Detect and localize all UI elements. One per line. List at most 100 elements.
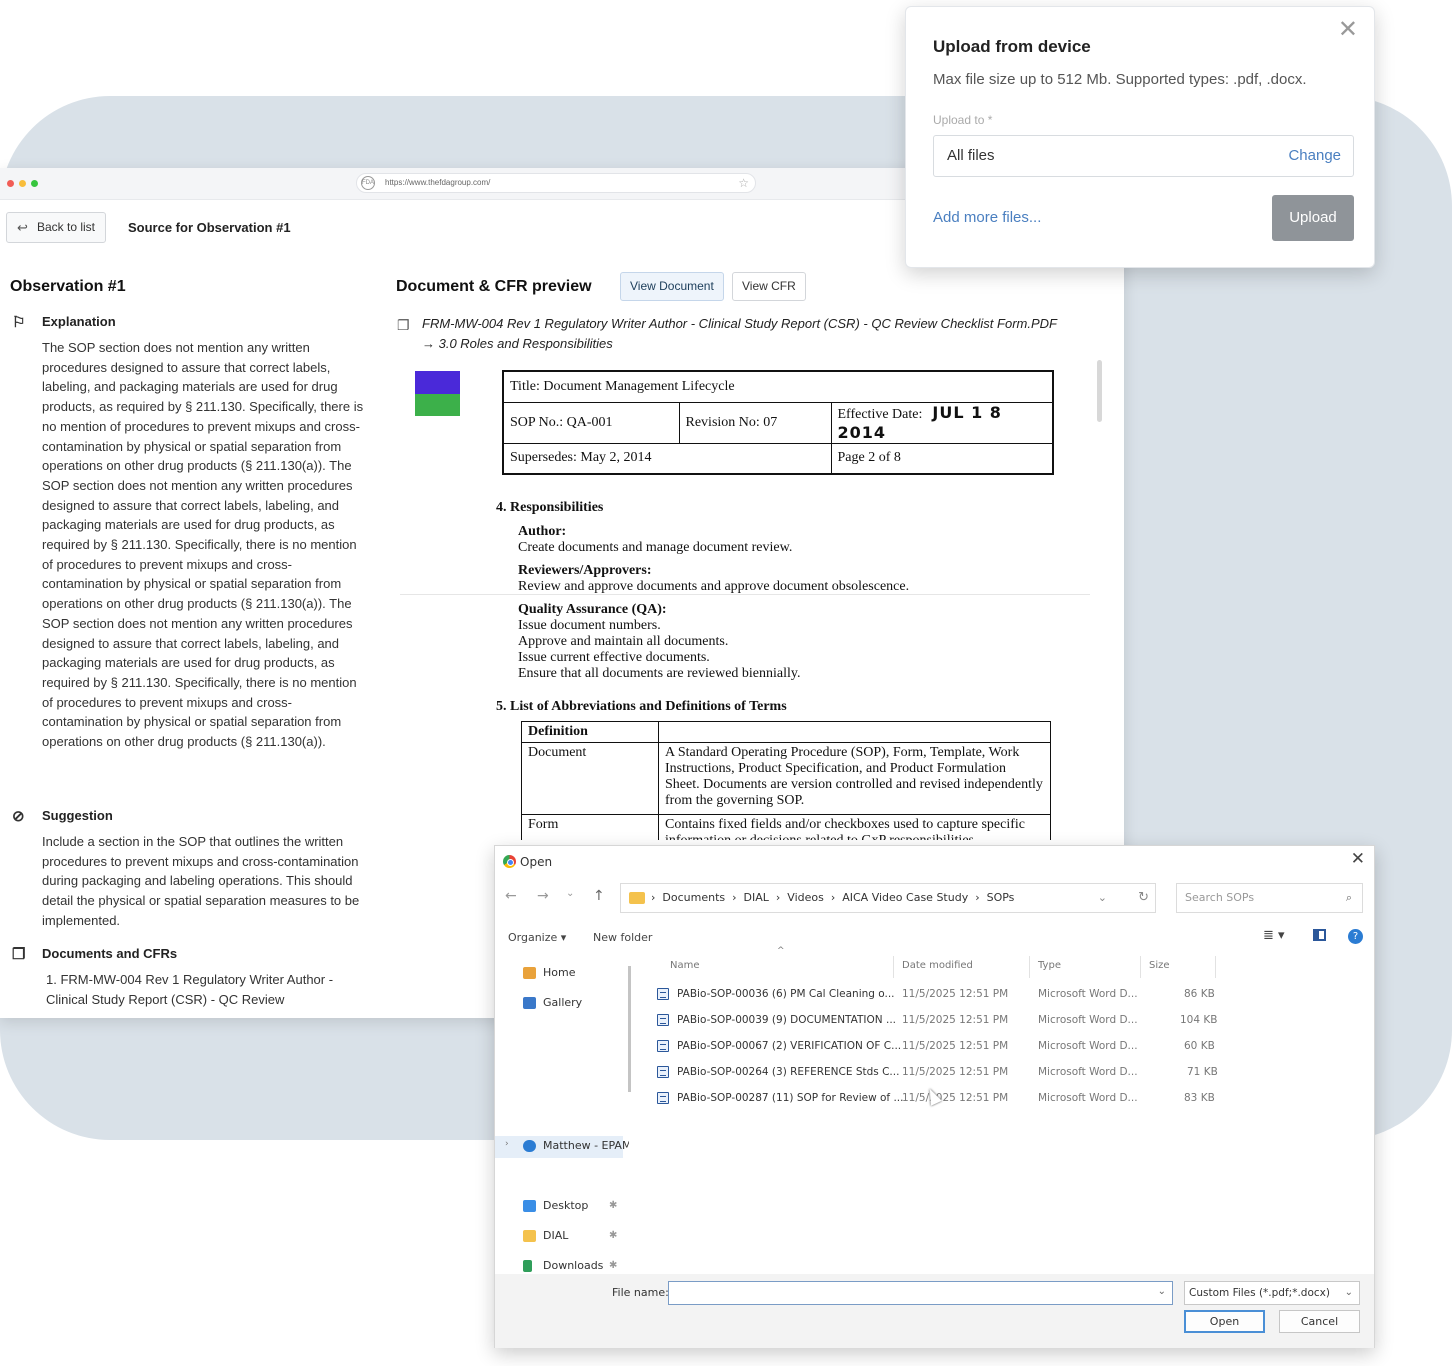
organize-button[interactable]: Organize ▾ xyxy=(508,931,566,944)
breadcrumb[interactable]: › Documents › DIAL › Videos › AICA Video… xyxy=(620,883,1156,913)
sidebar-item-onedrive[interactable]: Matthew - EPAM xyxy=(523,1136,629,1156)
def-term: Form xyxy=(521,814,659,840)
tab-view-cfr[interactable]: View CFR xyxy=(732,272,806,301)
supersedes: Supersedes: May 2, 2014 xyxy=(502,442,832,475)
back-to-list-button[interactable]: ↩ Back to list xyxy=(6,212,107,243)
close-dot[interactable] xyxy=(7,180,14,187)
file-row[interactable]: PABio-SOP-00039 (9) DOCUMENTATION ... 11/… xyxy=(657,1009,1227,1031)
link-icon: ⊘ xyxy=(12,808,25,825)
chevron-down-icon[interactable]: ⌄ xyxy=(1098,884,1107,912)
command-bar: Organize ▾ New folder ≣ ▾ ? xyxy=(495,926,1374,950)
preview-title: Document & CFR preview xyxy=(396,278,592,295)
forward-arrow-icon[interactable]: → xyxy=(537,888,549,904)
sidebar-scrollbar[interactable] xyxy=(628,966,631,1092)
back-arrow-icon[interactable]: ← xyxy=(505,888,517,904)
change-link[interactable]: Change xyxy=(1288,136,1341,176)
word-doc-icon xyxy=(657,1092,669,1104)
view-menu-icon[interactable]: ≣ ▾ xyxy=(1263,928,1285,943)
column-type[interactable]: Type xyxy=(1038,960,1061,971)
section-5-heading: 5. List of Abbreviations and Definitions… xyxy=(496,699,787,714)
cancel-button[interactable]: Cancel xyxy=(1279,1310,1360,1333)
back-label: Back to list xyxy=(37,220,96,234)
column-size[interactable]: Size xyxy=(1149,960,1170,971)
home-icon xyxy=(523,967,536,979)
sidebar-item-dial[interactable]: DIAL ✱ xyxy=(523,1226,617,1246)
upload-title: Upload from device xyxy=(933,37,1091,56)
chrome-icon xyxy=(503,855,516,868)
pin-icon: ✱ xyxy=(609,1230,618,1241)
file-name-input[interactable]: ⌄ xyxy=(668,1281,1173,1305)
file-section: → 3.0 Roles and Responsibilities xyxy=(422,336,613,351)
sidebar-item-home[interactable]: Home xyxy=(523,963,575,983)
explanation-section: ⚐ Explanation The SOP section does not me… xyxy=(10,314,370,752)
chevron-down-icon[interactable]: ⌄ xyxy=(1158,1286,1166,1297)
search-input[interactable]: Search SOPs ⌕ xyxy=(1176,883,1363,913)
company-logo xyxy=(415,371,460,416)
refresh-icon[interactable]: ↻ xyxy=(1138,884,1149,912)
word-doc-icon xyxy=(657,988,669,1000)
pin-icon: ✱ xyxy=(609,1260,618,1271)
page-number: Page 2 of 8 xyxy=(830,442,1054,475)
column-name[interactable]: Name xyxy=(670,960,700,971)
breadcrumb-item: DIAL xyxy=(743,891,769,904)
pin-icon: ✱ xyxy=(609,1200,618,1211)
close-icon[interactable]: ✕ xyxy=(1338,15,1358,44)
docs-heading: Documents and CFRs xyxy=(42,946,178,961)
copy-icon: ❐ xyxy=(397,317,410,333)
docs-list-item[interactable]: 1. FRM-MW-004 Rev 1 Regulatory Writer Au… xyxy=(10,970,370,1009)
source-title: Source for Observation #1 xyxy=(128,220,291,235)
chevron-down-icon[interactable]: ⌄ xyxy=(566,888,574,899)
add-more-files-link[interactable]: Add more files... xyxy=(933,209,1041,226)
file-row[interactable]: PABio-SOP-00264 (3) REFERENCE Stds C... 1… xyxy=(657,1061,1227,1083)
file-row[interactable]: PABio-SOP-00287 (11) SOP for Review of .… xyxy=(657,1087,1227,1109)
document-preview: Title: Document Management Lifecycle SOP… xyxy=(400,364,1100,840)
documents-section: ❐ Documents and CFRs 1. FRM-MW-004 Rev 1 … xyxy=(10,946,370,1009)
file-reference: ❐ FRM-MW-004 Rev 1 Regulatory Writer Aut… xyxy=(396,314,1116,354)
sidebar-item-downloads[interactable]: Downloads ✱ xyxy=(523,1256,617,1275)
preview-pane-icon[interactable] xyxy=(1313,929,1326,941)
maximize-dot[interactable] xyxy=(31,180,38,187)
suggestion-heading: Suggestion xyxy=(42,808,113,823)
doc-title: Title: Document Management Lifecycle xyxy=(502,370,1054,403)
preview-scrollbar[interactable] xyxy=(1097,360,1102,422)
file-type-select[interactable]: Custom Files (*.pdf;*.docx) ⌄ xyxy=(1184,1281,1360,1305)
author-block: Author: Create documents and manage docum… xyxy=(518,524,793,555)
file-row[interactable]: PABio-SOP-00036 (6) PM Cal Cleaning o...… xyxy=(657,983,1227,1005)
def-text: Contains fixed fields and/or checkboxes … xyxy=(658,814,1051,840)
column-date[interactable]: Date modified xyxy=(902,960,973,971)
file-list: Name ^ Date modified Type Size PABio-SOP… xyxy=(635,946,1375,1272)
chevron-right-icon[interactable]: › xyxy=(505,1139,509,1149)
address-bar[interactable]: FDA https://www.thefdagroup.com/ ☆ xyxy=(356,173,756,193)
chevron-down-icon: ⌄ xyxy=(1344,1287,1353,1298)
def-term: Document xyxy=(521,742,659,815)
site-icon: FDA xyxy=(361,176,375,190)
explanation-heading: Explanation xyxy=(42,314,116,329)
file-name: FRM-MW-004 Rev 1 Regulatory Writer Autho… xyxy=(422,316,1057,331)
star-icon[interactable]: ☆ xyxy=(738,174,749,192)
sidebar-item-desktop[interactable]: Desktop ✱ xyxy=(523,1196,617,1216)
breadcrumb-item: Documents xyxy=(662,891,726,904)
effective-date: Effective Date: JUL 1 8 2014 xyxy=(830,401,1054,444)
minimize-dot[interactable] xyxy=(19,180,26,187)
breadcrumb-item: SOPs xyxy=(986,891,1015,904)
upload-subtitle: Max file size up to 512 Mb. Supported ty… xyxy=(933,71,1307,88)
file-row[interactable]: PABio-SOP-00067 (2) VERIFICATION OF C...… xyxy=(657,1035,1227,1057)
def-text: A Standard Operating Procedure (SOP), Fo… xyxy=(658,742,1051,815)
up-arrow-icon[interactable]: ↑ xyxy=(593,888,605,904)
upload-modal: ✕ Upload from device Max file size up to… xyxy=(905,6,1375,268)
dialog-titlebar: Open xyxy=(503,852,552,872)
file-name-label: File name: xyxy=(612,1286,669,1299)
observation-title: Observation #1 xyxy=(10,278,126,295)
upload-destination-field[interactable]: All files Change xyxy=(933,135,1354,177)
sidebar-item-gallery[interactable]: Gallery xyxy=(523,993,582,1013)
suggestion-section: ⊘ Suggestion Include a section in the SOP… xyxy=(10,808,370,931)
tab-view-document[interactable]: View Document xyxy=(620,272,724,301)
open-button[interactable]: Open xyxy=(1184,1310,1265,1333)
new-folder-button[interactable]: New folder xyxy=(593,931,652,944)
help-icon[interactable]: ? xyxy=(1348,929,1363,944)
desktop-icon xyxy=(523,1200,536,1212)
observation-panel: Observation #1 ⚐ Explanation The SOP sect… xyxy=(10,278,370,1007)
upload-button[interactable]: Upload xyxy=(1272,195,1354,241)
close-icon[interactable]: ✕ xyxy=(1351,849,1365,869)
sort-arrow-icon: ^ xyxy=(777,946,785,956)
